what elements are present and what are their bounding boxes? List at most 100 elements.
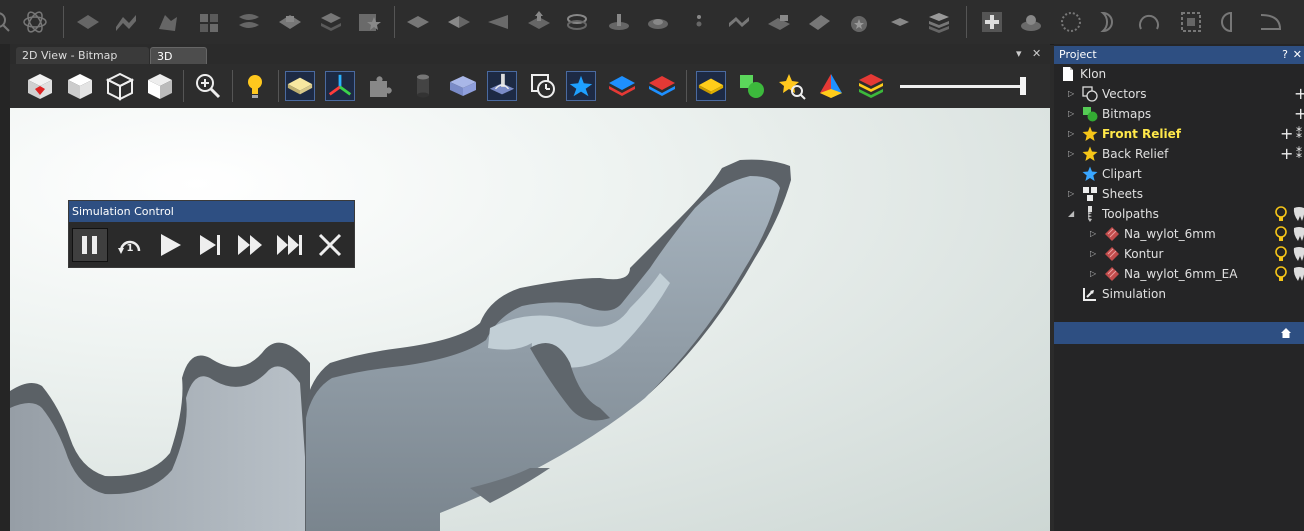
step-next-button[interactable] (192, 228, 228, 262)
shape-slab-icon[interactable] (806, 9, 832, 35)
shape-diamond-icon[interactable] (75, 9, 101, 35)
shape-steps-icon[interactable] (766, 9, 792, 35)
bump-icon[interactable] (1018, 9, 1044, 35)
transparency-slider-track[interactable] (900, 85, 1024, 88)
shape-knob-icon[interactable] (606, 9, 632, 35)
shape-star-box-icon[interactable] (356, 9, 382, 35)
add-icon[interactable] (979, 9, 1005, 35)
tree-item-bitmaps[interactable]: ▷ Bitmaps + (1068, 104, 1304, 124)
zoom-icon[interactable] (193, 71, 223, 101)
stop-button[interactable] (312, 228, 348, 262)
stacked-colors-icon[interactable] (856, 71, 886, 101)
tree-item-clipart[interactable]: Clipart (1068, 164, 1304, 184)
add-icon[interactable]: + (1280, 146, 1293, 162)
tree-item-front-relief[interactable]: ▷ Front Relief + ⁑ (1068, 124, 1304, 144)
expand-arrow-icon[interactable]: ▷ (1090, 264, 1098, 284)
tree-item-toolpath-1[interactable]: ▷ Na_wylot_6mm (1090, 224, 1304, 244)
lightbulb-icon[interactable] (1273, 246, 1289, 262)
close-icon[interactable]: ✕ (1293, 46, 1302, 64)
tree-item-back-relief[interactable]: ▷ Back Relief + ⁑ (1068, 144, 1304, 164)
crescent-icon[interactable] (1095, 9, 1121, 35)
lightbulb-icon[interactable] (1273, 226, 1289, 242)
zoom-icon[interactable] (0, 9, 14, 35)
3d-viewport[interactable]: Simulation Control 1 (10, 108, 1050, 531)
add-icon[interactable]: + (1294, 106, 1304, 122)
view-top-icon[interactable] (65, 71, 95, 101)
shape-blocks-icon[interactable] (196, 9, 222, 35)
shape-wedge-icon[interactable] (485, 9, 511, 35)
layer-red-blue-icon[interactable] (647, 71, 677, 101)
lightbulb-icon[interactable] (1273, 266, 1289, 282)
puzzle-icon[interactable] (365, 71, 395, 101)
shape-plate-icon[interactable] (277, 9, 303, 35)
home-icon[interactable] (1280, 327, 1292, 339)
expand-arrow-icon[interactable]: ▷ (1090, 244, 1098, 264)
transparency-slider-thumb[interactable] (1020, 77, 1026, 95)
show-material-icon[interactable] (285, 71, 315, 101)
expand-arrow-icon[interactable]: ▷ (1068, 104, 1076, 124)
curve-icon[interactable] (1258, 9, 1284, 35)
tree-root[interactable]: Klon (1060, 64, 1300, 84)
atom-icon[interactable] (22, 9, 48, 35)
shape-flat-diamond-icon[interactable] (405, 9, 431, 35)
block-icon[interactable] (448, 71, 478, 101)
expand-arrow-icon[interactable]: ▷ (1068, 124, 1076, 144)
tab-2d-view[interactable]: 2D View - Bitmap Layer (16, 47, 149, 79)
tree-item-toolpath-2[interactable]: ▷ Kontur (1090, 244, 1304, 264)
half-circle-icon[interactable] (1218, 9, 1244, 35)
tooth-icon[interactable] (1292, 246, 1304, 262)
star-search-icon[interactable] (777, 71, 807, 101)
tab-3d-view[interactable]: 3D View (150, 47, 207, 80)
skip-end-button[interactable] (272, 228, 308, 262)
shape-split-diamond-icon[interactable] (446, 9, 472, 35)
help-icon[interactable]: ? (1282, 46, 1288, 64)
lightbulb-icon[interactable] (240, 71, 270, 101)
collapse-arrow-icon[interactable]: ◢ (1068, 204, 1076, 224)
shape-chain-icon[interactable] (726, 9, 752, 35)
pane-dropdown-icon[interactable]: ▾ (1016, 47, 1022, 60)
tooth-icon[interactable] (1292, 206, 1304, 222)
cylinder-icon[interactable] (408, 71, 438, 101)
shape-layers-icon[interactable] (318, 9, 344, 35)
step-loop-button[interactable]: 1 (112, 228, 148, 262)
toolpath-tool-icon[interactable] (487, 71, 517, 101)
dotted-circle-icon[interactable] (1058, 9, 1084, 35)
grid-tool-icon[interactable]: ⁑ (1296, 126, 1302, 142)
tooth-icon[interactable] (1292, 226, 1304, 242)
view-front-icon[interactable] (145, 71, 175, 101)
shape-weave-icon[interactable] (236, 9, 262, 35)
fast-forward-button[interactable] (232, 228, 268, 262)
shape-stack-icon[interactable] (926, 9, 952, 35)
shape-arrow-up-icon[interactable] (526, 9, 552, 35)
shape-disc-icon[interactable] (645, 9, 671, 35)
shape-small-diamond-icon[interactable] (887, 9, 913, 35)
play-button[interactable] (152, 228, 188, 262)
simulation-control-title[interactable]: Simulation Control (69, 201, 354, 222)
grid-tool-icon[interactable]: ⁑ (1296, 146, 1302, 162)
view-iso-icon[interactable] (25, 71, 55, 101)
pane-close-icon[interactable]: ✕ (1032, 47, 1041, 60)
axes-icon[interactable] (325, 71, 355, 101)
shape-sweep-icon[interactable] (155, 9, 181, 35)
tree-item-toolpaths[interactable]: ◢ Toolpaths (1068, 204, 1304, 224)
layer-blue-red-icon[interactable] (607, 71, 637, 101)
bitmap-shapes-icon[interactable] (737, 71, 767, 101)
expand-arrow-icon[interactable]: ▷ (1068, 84, 1076, 104)
shape-star-disc-icon[interactable] (846, 9, 872, 35)
view-left-icon[interactable] (105, 71, 135, 101)
shape-rings-icon[interactable] (564, 9, 590, 35)
arc-icon[interactable] (1136, 9, 1162, 35)
expand-arrow-icon[interactable]: ▷ (1068, 144, 1076, 164)
add-icon[interactable]: + (1280, 126, 1293, 142)
square-select-icon[interactable] (1178, 9, 1204, 35)
expand-arrow-icon[interactable]: ▷ (1068, 184, 1076, 204)
add-icon[interactable]: + (1294, 86, 1304, 102)
lightbulb-icon[interactable] (1273, 206, 1289, 222)
tree-item-simulation[interactable]: Simulation (1068, 284, 1304, 304)
tree-item-vectors[interactable]: ▷ Vectors + (1068, 84, 1304, 104)
pyramid-icon[interactable] (816, 71, 846, 101)
shape-wave-icon[interactable] (113, 9, 139, 35)
shape-dots-icon[interactable] (686, 9, 712, 35)
sheet-yellow-icon[interactable] (696, 71, 726, 101)
expand-arrow-icon[interactable]: ▷ (1090, 224, 1098, 244)
